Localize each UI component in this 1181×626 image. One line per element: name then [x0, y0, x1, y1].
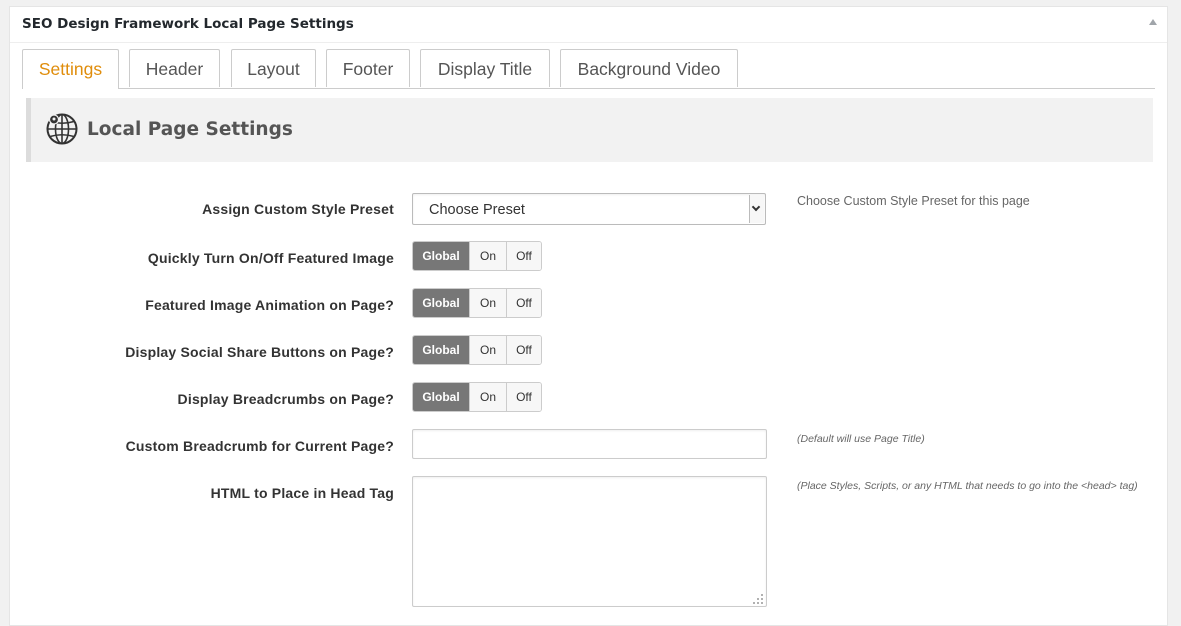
featured-animation-off-button[interactable]: Off	[506, 289, 541, 317]
featured-image-toggle: Global On Off	[412, 241, 542, 271]
featured-animation-global-button[interactable]: Global	[413, 289, 469, 317]
featured-animation-label: Featured Image Animation on Page?	[145, 297, 394, 313]
breadcrumbs-label: Display Breadcrumbs on Page?	[177, 391, 394, 407]
head-html-help: (Place Styles, Scripts, or any HTML that…	[797, 480, 1138, 492]
tab-background-video[interactable]: Background Video	[560, 49, 738, 87]
head-html-textarea[interactable]	[412, 476, 767, 607]
panel-title: SEO Design Framework Local Page Settings	[22, 16, 354, 32]
preset-select-value: Choose Preset	[429, 202, 525, 218]
preset-select[interactable]: Choose Preset	[412, 193, 766, 225]
collapse-toggle-icon[interactable]	[1149, 19, 1157, 25]
preset-label: Assign Custom Style Preset	[202, 201, 394, 217]
custom-breadcrumb-input[interactable]	[412, 429, 767, 459]
tab-bar: Settings Header Layout Footer Display Ti…	[22, 49, 1155, 89]
breadcrumbs-on-button[interactable]: On	[469, 383, 506, 411]
featured-image-global-button[interactable]: Global	[413, 242, 469, 270]
social-share-off-button[interactable]: Off	[506, 336, 541, 364]
social-share-label: Display Social Share Buttons on Page?	[125, 344, 394, 360]
breadcrumbs-toggle: Global On Off	[412, 382, 542, 412]
tab-display-title[interactable]: Display Title	[420, 49, 550, 87]
featured-image-label: Quickly Turn On/Off Featured Image	[147, 250, 394, 266]
featured-animation-on-button[interactable]: On	[469, 289, 506, 317]
tab-settings[interactable]: Settings	[22, 49, 119, 89]
social-share-on-button[interactable]: On	[469, 336, 506, 364]
section-header: Local Page Settings	[26, 98, 1153, 162]
chevron-down-icon	[749, 195, 764, 223]
panel-header: SEO Design Framework Local Page Settings	[10, 7, 1167, 43]
custom-breadcrumb-help: (Default will use Page Title)	[797, 433, 925, 445]
head-html-label: HTML to Place in Head Tag	[210, 485, 394, 501]
section-title: Local Page Settings	[87, 119, 293, 140]
featured-animation-toggle: Global On Off	[412, 288, 542, 318]
social-share-global-button[interactable]: Global	[413, 336, 469, 364]
tab-layout[interactable]: Layout	[231, 49, 316, 87]
featured-image-on-button[interactable]: On	[469, 242, 506, 270]
breadcrumbs-global-button[interactable]: Global	[413, 383, 469, 411]
resize-grip-icon[interactable]	[752, 593, 764, 605]
social-share-toggle: Global On Off	[412, 335, 542, 365]
globe-icon	[46, 113, 78, 145]
featured-image-off-button[interactable]: Off	[506, 242, 541, 270]
tab-footer[interactable]: Footer	[326, 49, 410, 87]
breadcrumbs-off-button[interactable]: Off	[506, 383, 541, 411]
custom-breadcrumb-label: Custom Breadcrumb for Current Page?	[125, 438, 394, 454]
preset-help: Choose Custom Style Preset for this page	[797, 194, 1030, 208]
tab-header[interactable]: Header	[129, 49, 220, 87]
